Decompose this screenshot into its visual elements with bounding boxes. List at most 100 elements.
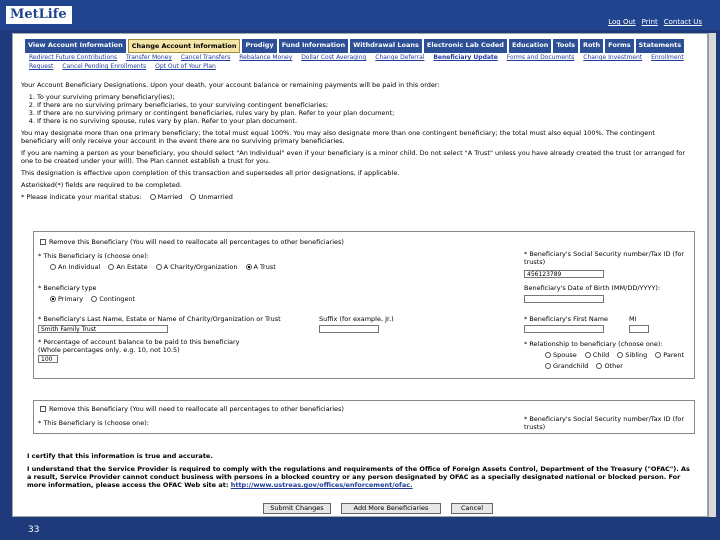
unmarried-label: Unmarried: [198, 193, 233, 201]
name-input[interactable]: Smith Family Trust: [38, 325, 168, 333]
subnav-opt-out[interactable]: Opt Out of Your Plan: [155, 63, 216, 70]
main-page: View Account Information Change Account …: [12, 33, 708, 517]
metlife-logo: MetLife: [6, 6, 72, 24]
parent-label: Parent: [663, 351, 685, 359]
tab-change-account[interactable]: Change Account Information: [127, 39, 241, 53]
tab-education[interactable]: Education: [508, 39, 552, 53]
ssn-label: * Beneficiary's Social Security number/T…: [524, 250, 685, 266]
bene-kind-label: * Beneficiary type: [38, 284, 97, 292]
sub-navigation: Redirect Future Contributions Transfer M…: [29, 53, 699, 71]
unmarried-radio[interactable]: [190, 194, 197, 200]
top-header: MetLife Log Out Print Contact Us: [0, 0, 720, 30]
other-label: Other: [604, 362, 623, 370]
tab-view-account[interactable]: View Account Information: [25, 39, 126, 53]
order-item: If there are no surviving primary or con…: [37, 109, 693, 117]
pct-label: * Percentage of account balance to be pa…: [38, 338, 240, 346]
charity-label: A Charity/Organization: [163, 263, 238, 271]
beneficiary-2-panel: Remove this Beneficiary (You will need t…: [33, 400, 695, 434]
beneficiary-1-panel: Remove this Beneficiary (You will need t…: [33, 231, 695, 379]
tab-statements[interactable]: Statements: [635, 39, 685, 53]
subnav-deferral[interactable]: Change Deferral: [375, 54, 424, 61]
effective-paragraph: This designation is effective upon compl…: [21, 169, 400, 177]
mi-label: MI: [629, 315, 637, 323]
tab-prodigy[interactable]: Prodigy: [242, 39, 277, 53]
remove-bene-2-row: Remove this Beneficiary (You will need t…: [40, 405, 344, 413]
subnav-beneficiary[interactable]: Beneficiary Update: [433, 54, 498, 61]
subnav-cancel-enrollments[interactable]: Cancel Pending Enrollments: [62, 63, 146, 70]
trust-paragraph: If you are naming a person as your benef…: [21, 149, 686, 165]
trust-radio[interactable]: [245, 264, 252, 270]
certify-text: I certify that this information is true …: [27, 452, 213, 460]
top-links: Log Out Print Contact Us: [608, 18, 702, 26]
suffix-input[interactable]: [319, 325, 379, 333]
bene-2-type-label: * This Beneficiary is (choose one):: [38, 419, 149, 427]
tab-roth[interactable]: Roth: [579, 39, 604, 53]
tab-electronic[interactable]: Electronic Lab Coded: [423, 39, 507, 53]
contingent-radio[interactable]: [91, 296, 98, 302]
estate-radio[interactable]: [108, 264, 115, 270]
married-radio[interactable]: [149, 194, 156, 200]
payout-order-list: To your surviving primary beneficiary(ie…: [37, 93, 693, 125]
tab-withdrawal[interactable]: Withdrawal Loans: [350, 39, 422, 53]
grandchild-label: Grandchild: [553, 362, 589, 370]
tab-forms[interactable]: Forms: [605, 39, 634, 53]
primary-radio[interactable]: [50, 296, 56, 302]
subnav-transfer[interactable]: Transfer Money: [126, 54, 172, 61]
subnav-redirect[interactable]: Redirect Future Contributions: [29, 54, 117, 61]
remove-label: Remove this Beneficiary (You will need t…: [49, 238, 344, 246]
grandchild-radio[interactable]: [545, 363, 551, 369]
first-name-input[interactable]: [524, 325, 604, 333]
submit-changes-button[interactable]: Submit Changes: [263, 503, 331, 514]
tab-fund-info[interactable]: Fund Information: [278, 39, 349, 53]
pct-hint: (Whole percentages only, e.g. 10, not 10…: [38, 346, 180, 354]
bene-type-label: * This Beneficiary is (choose one):: [38, 252, 149, 260]
vertical-scrollbar[interactable]: [708, 33, 716, 517]
cancel-button[interactable]: Cancel: [451, 503, 493, 514]
order-item: If there is no surviving spouse, rules v…: [37, 117, 693, 125]
dob-input[interactable]: [524, 295, 604, 303]
spouse-label: Spouse: [553, 351, 577, 359]
main-tabs: View Account Information Change Account …: [25, 39, 685, 53]
add-beneficiaries-button[interactable]: Add More Beneficiaries: [341, 503, 441, 514]
subnav-rebalance[interactable]: Rebalance Money: [239, 54, 292, 61]
ssn-input[interactable]: 456123789: [524, 270, 604, 278]
tab-tools[interactable]: Tools: [553, 39, 578, 53]
primary-label: Primary: [58, 295, 84, 303]
name-label: * Beneficiary's Last Name, Estate or Nam…: [38, 315, 281, 323]
relationship-label: * Relationship to beneficiary (choose on…: [524, 340, 663, 348]
other-radio[interactable]: [596, 363, 603, 369]
percentage-paragraph: You may designate more than one primary …: [21, 129, 655, 145]
relationship-radios-1: Spouse Child Sibling Parent: [539, 351, 684, 359]
bene-kind-radios: Primary Contingent: [44, 295, 135, 303]
subnav-dca[interactable]: Dollar Cost Averaging: [301, 54, 366, 61]
parent-radio[interactable]: [655, 352, 662, 358]
contact-link[interactable]: Contact Us: [664, 18, 702, 26]
mi-input[interactable]: [629, 325, 649, 333]
spouse-radio[interactable]: [545, 352, 551, 358]
bene-2-ssn-label: * Beneficiary's Social Security number/T…: [524, 415, 685, 431]
sibling-radio[interactable]: [617, 352, 624, 358]
ofac-link[interactable]: http://www.ustreas.gov/offices/enforceme…: [231, 481, 413, 489]
subnav-forms-docs[interactable]: Forms and Documents: [507, 54, 575, 61]
marital-status-row: * Please indicate your marital status: M…: [21, 193, 693, 201]
suffix-label: Suffix (for example, Jr.): [319, 315, 394, 323]
sibling-label: Sibling: [625, 351, 648, 359]
child-radio[interactable]: [584, 352, 591, 358]
logout-link[interactable]: Log Out: [608, 18, 635, 26]
individual-label: An Individual: [58, 263, 101, 271]
order-item: To your surviving primary beneficiary(ie…: [37, 93, 693, 101]
subnav-change-investment[interactable]: Change Investment: [583, 54, 642, 61]
percentage-input[interactable]: 100: [38, 355, 58, 363]
slide-page-number: 33: [28, 525, 40, 535]
order-item: If there are no surviving primary benefi…: [37, 101, 693, 109]
relationship-radios-2: Grandchild Other: [539, 362, 623, 370]
individual-radio[interactable]: [50, 264, 56, 270]
remove-bene-2-checkbox[interactable]: [40, 406, 46, 412]
trust-label: A Trust: [253, 263, 276, 271]
subnav-cancel-transfers[interactable]: Cancel Transfers: [181, 54, 231, 61]
print-link[interactable]: Print: [642, 18, 658, 26]
bene-type-radios: An Individual An Estate A Charity/Organi…: [44, 263, 276, 271]
charity-radio[interactable]: [155, 264, 162, 270]
contingent-label: Contingent: [99, 295, 136, 303]
remove-bene-1-checkbox[interactable]: [40, 239, 46, 245]
